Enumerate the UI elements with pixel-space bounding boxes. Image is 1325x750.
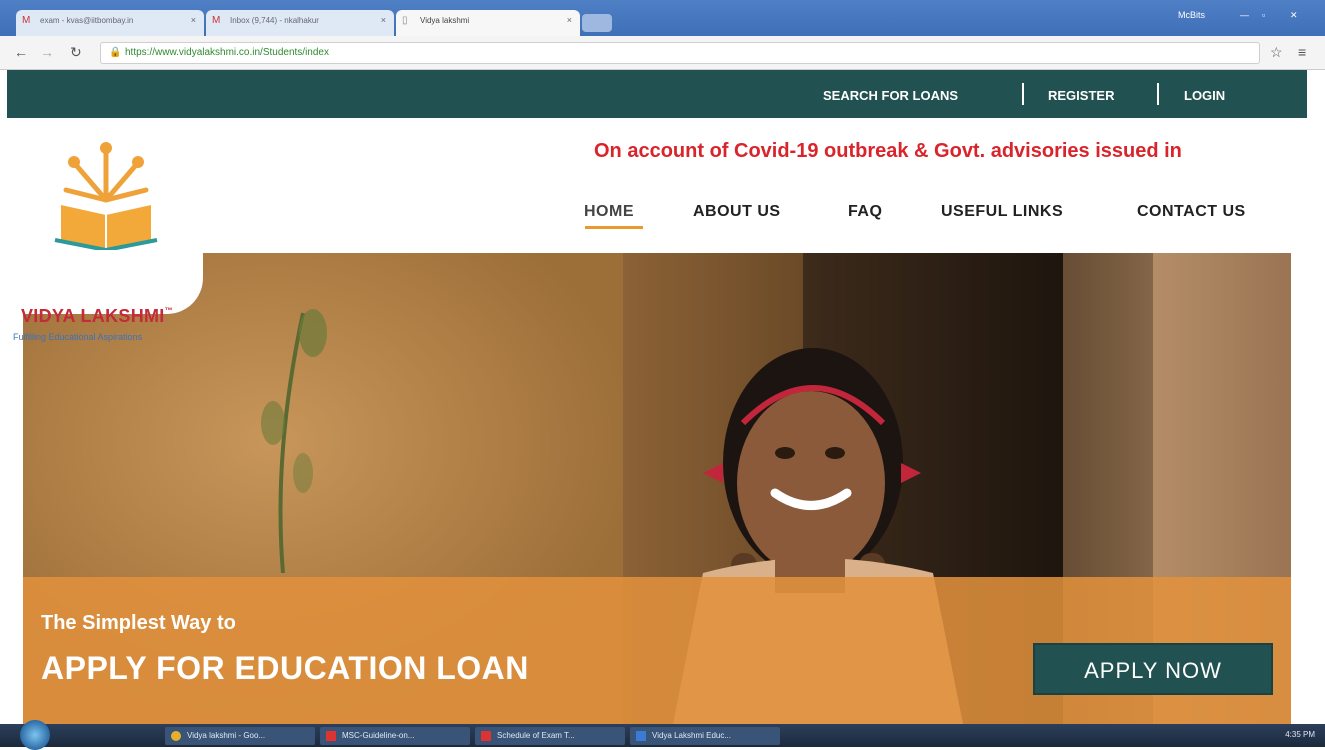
taskbar-item-document-2[interactable]: Schedule of Exam T... — [475, 727, 625, 745]
login-link[interactable]: LOGIN — [1184, 88, 1225, 103]
trademark-symbol: ™ — [164, 306, 173, 315]
task-label: MSC-Guideline-on... — [342, 731, 415, 740]
document-icon — [326, 731, 336, 741]
browser-tab-gmail-2[interactable]: M Inbox (9,744) - nkalhakur × — [206, 10, 394, 36]
website: SEARCH FOR LOANS REGISTER LOGIN On accou… — [7, 70, 1307, 724]
forward-icon[interactable]: → — [40, 44, 54, 60]
document-icon — [636, 731, 646, 741]
task-label: Vidya lakshmi - Goo... — [187, 731, 266, 740]
logo-background — [7, 250, 203, 314]
maximize-icon[interactable]: ▫ — [1262, 10, 1265, 20]
search-for-loans-link[interactable]: SEARCH FOR LOANS — [823, 88, 958, 103]
menu-useful-links[interactable]: USEFUL LINKS — [941, 203, 1063, 221]
browser-tab-vidya[interactable]: ▯ Vidya lakshmi × — [396, 10, 580, 36]
register-link[interactable]: REGISTER — [1048, 88, 1114, 103]
close-tab-icon[interactable]: × — [191, 15, 196, 25]
chrome-icon — [171, 731, 181, 741]
tab-label: exam - kvas@iitbombay.in — [40, 16, 134, 25]
vidya-lakshmi-logo[interactable]: VIDYA LAKSHMI™ Fulfilling Educational As… — [7, 130, 207, 342]
task-label: Vidya Lakshmi Educ... — [652, 731, 732, 740]
close-tab-icon[interactable]: × — [381, 15, 386, 25]
active-menu-underline — [585, 226, 643, 229]
apply-now-button[interactable]: APPLY NOW — [1033, 643, 1273, 695]
hero-headline: APPLY FOR EDUCATION LOAN — [41, 650, 529, 686]
browser-tab-bar: M exam - kvas@iitbombay.in × M Inbox (9,… — [0, 0, 1325, 36]
tab-label: Inbox (9,744) - nkalhakur — [230, 16, 319, 25]
nav-divider — [1022, 83, 1024, 105]
menu-home[interactable]: HOME — [584, 203, 634, 221]
back-icon[interactable]: ← — [14, 44, 28, 60]
logo-brand-name: VIDYA LAKSHMI™ — [21, 306, 173, 327]
new-tab-button[interactable] — [582, 14, 612, 32]
hero-banner: The Simplest Way to APPLY FOR EDUCATION … — [23, 253, 1291, 724]
nav-divider — [1157, 83, 1159, 105]
page-icon: ▯ — [402, 15, 408, 26]
covid-notice-marquee[interactable]: On account of Covid-19 outbreak & Govt. … — [594, 140, 1182, 163]
logo-tagline: Fulfilling Educational Aspirations — [13, 332, 143, 342]
menu-icon[interactable]: ≡ — [1298, 44, 1306, 60]
menu-faq[interactable]: FAQ — [848, 203, 882, 221]
document-icon — [481, 731, 491, 741]
task-label: Schedule of Exam T... — [497, 731, 575, 740]
taskbar-item-document-3[interactable]: Vidya Lakshmi Educ... — [630, 727, 780, 745]
minimize-icon[interactable]: — — [1240, 10, 1249, 20]
brand-text: VIDYA LAKSHMI — [21, 306, 165, 326]
hero-tagline: The Simplest Way to — [41, 612, 236, 634]
close-tab-icon[interactable]: × — [567, 15, 572, 25]
star-icon[interactable]: ☆ — [1270, 44, 1283, 61]
browser-tab-gmail-1[interactable]: M exam - kvas@iitbombay.in × — [16, 10, 204, 36]
system-clock[interactable]: 4:35 PM — [1285, 730, 1315, 739]
lock-icon: 🔒 — [109, 47, 122, 58]
gmail-icon: M — [22, 15, 31, 26]
start-button[interactable] — [20, 720, 50, 750]
profile-name: McBits — [1178, 10, 1205, 20]
url-text: https://www.vidyalakshmi.co.in/Students/… — [125, 47, 329, 58]
top-nav-bar: SEARCH FOR LOANS REGISTER LOGIN — [7, 70, 1307, 118]
close-window-icon[interactable]: ✕ — [1290, 10, 1298, 21]
taskbar-item-document-1[interactable]: MSC-Guideline-on... — [320, 727, 470, 745]
book-tree-logo-icon — [54, 142, 158, 250]
browser-toolbar: ← → ↻ 🔒 https://www.vidyalakshmi.co.in/S… — [0, 36, 1325, 70]
plant-illustration — [261, 309, 327, 573]
menu-about-us[interactable]: ABOUT US — [693, 203, 781, 221]
gmail-icon: M — [212, 15, 221, 26]
menu-contact-us[interactable]: CONTACT US — [1137, 203, 1246, 221]
taskbar-item-chrome[interactable]: Vidya lakshmi - Goo... — [165, 727, 315, 745]
os-taskbar: Vidya lakshmi - Goo... MSC-Guideline-on.… — [0, 720, 1325, 750]
address-bar[interactable]: 🔒 https://www.vidyalakshmi.co.in/Student… — [100, 42, 1260, 64]
reload-icon[interactable]: ↻ — [70, 44, 82, 61]
tab-label: Vidya lakshmi — [420, 16, 470, 25]
